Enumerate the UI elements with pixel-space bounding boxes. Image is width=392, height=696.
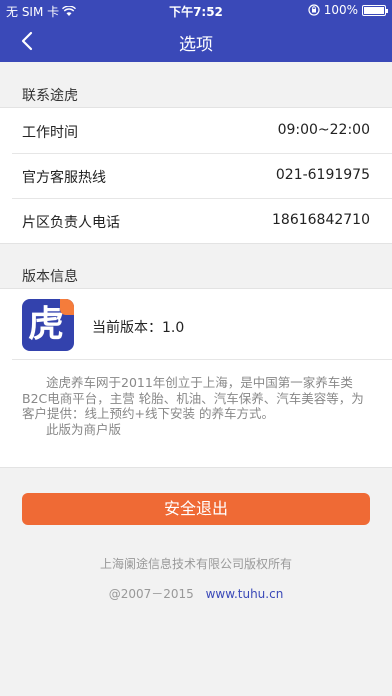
contact-card: 工作时间 09:00~22:00 官方客服热线 021-6191975 片区负责… (0, 107, 392, 244)
battery-icon (362, 4, 388, 16)
logout-button[interactable]: 安全退出 (22, 493, 370, 525)
page-title: 选项 (179, 35, 213, 55)
divider (12, 359, 392, 360)
description-text: 途虎养车网于2011年创立于上海，是中国第一家养车类B2C电商平台，主营 轮胎、… (22, 375, 364, 421)
hotline-label: 官方客服热线 (22, 170, 106, 186)
app-description: 途虎养车网于2011年创立于上海，是中国第一家养车类B2C电商平台，主营 轮胎、… (22, 375, 376, 437)
hotline-row[interactable]: 官方客服热线 021-6191975 (0, 153, 392, 198)
version-section-title: 版本信息 (22, 269, 78, 285)
current-version: 当前版本：1.0 (92, 320, 185, 336)
manager-phone-row[interactable]: 片区负责人电话 18616842710 (0, 198, 392, 243)
nav-bar: 选项 (0, 20, 392, 62)
status-bar: 无 SIM 卡 下午7:52 100% (0, 0, 392, 20)
copyright-text: 上海阑途信息技术有限公司版权所有 (99, 557, 292, 571)
app-logo: 虎 (22, 299, 74, 351)
hotline-value[interactable]: 021-6191975 (276, 167, 370, 183)
battery-percent: 100% (323, 3, 358, 17)
copyright-years: @2007－2015 (108, 587, 194, 601)
footer-years-line: @2007－2015 www.tuhu.cn (0, 585, 392, 602)
logo-badge (60, 299, 74, 315)
version-card: 虎 当前版本：1.0 途虎养车网于2011年创立于上海，是中国第一家养车类B2C… (0, 288, 392, 468)
status-right: 100% (308, 3, 388, 17)
work-hours-value: 09:00~22:00 (277, 122, 370, 138)
rotation-lock-icon (308, 4, 320, 16)
manager-phone-value[interactable]: 18616842710 (272, 212, 370, 228)
contact-section-title: 联系途虎 (22, 88, 78, 104)
edition-note: 此版为商户版 (46, 421, 122, 437)
work-hours-row: 工作时间 09:00~22:00 (0, 108, 392, 153)
website-link[interactable]: www.tuhu.cn (206, 587, 284, 601)
work-hours-label: 工作时间 (22, 125, 78, 141)
manager-phone-label: 片区负责人电话 (22, 215, 120, 231)
logo-glyph: 虎 (28, 304, 65, 345)
